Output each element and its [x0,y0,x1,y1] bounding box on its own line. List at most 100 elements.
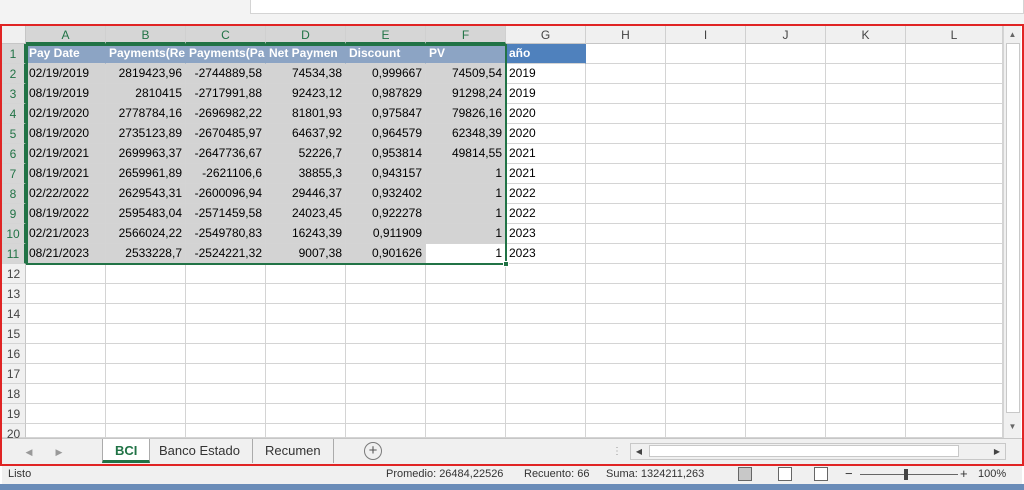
column-header-g[interactable]: G [506,26,586,44]
horizontal-scrollbar[interactable]: ◀ ▶ [630,443,1006,460]
cell-e8[interactable]: 0,932402 [346,184,426,204]
cell-e6[interactable]: 0,953814 [346,144,426,164]
cell-g17[interactable] [506,364,586,384]
cell-h14[interactable] [586,304,666,324]
cell-d2[interactable]: 74534,38 [266,64,346,84]
cell-j10[interactable] [746,224,826,244]
cell-i13[interactable] [666,284,746,304]
cell-k15[interactable] [826,324,906,344]
cell-g14[interactable] [506,304,586,324]
cell-l18[interactable] [906,384,1003,404]
cell-a5[interactable]: 08/19/2020 [26,124,106,144]
cell-j1[interactable] [746,44,826,64]
cell-d20[interactable] [266,424,346,438]
cell-b9[interactable]: 2595483,04 [106,204,186,224]
row-header-19[interactable]: 19 [2,404,26,424]
cell-a6[interactable]: 02/19/2021 [26,144,106,164]
scroll-right-arrow-icon[interactable]: ▶ [989,444,1005,459]
zoom-level[interactable]: 100% [978,468,1006,480]
row-header-15[interactable]: 15 [2,324,26,344]
cell-a11[interactable]: 08/21/2023 [26,244,106,264]
cell-f1[interactable]: PV [426,44,506,64]
cell-c15[interactable] [186,324,266,344]
cell-b5[interactable]: 2735123,89 [106,124,186,144]
cell-d17[interactable] [266,364,346,384]
formula-bar-input[interactable] [250,0,1024,14]
cell-c16[interactable] [186,344,266,364]
cell-j11[interactable] [746,244,826,264]
triangle-left-icon[interactable]: ◀ [22,445,36,459]
cell-d14[interactable] [266,304,346,324]
column-header-i[interactable]: I [666,26,746,44]
cell-d5[interactable]: 64637,92 [266,124,346,144]
scroll-left-arrow-icon[interactable]: ◀ [631,444,647,459]
cell-f8[interactable]: 1 [426,184,506,204]
cell-i17[interactable] [666,364,746,384]
cell-f20[interactable] [426,424,506,438]
cell-k14[interactable] [826,304,906,324]
cell-h20[interactable] [586,424,666,438]
cell-k16[interactable] [826,344,906,364]
cell-c1[interactable]: Payments(Pa [186,44,266,64]
cell-b19[interactable] [106,404,186,424]
zoom-out-icon[interactable]: − [845,466,853,481]
cell-g11[interactable]: 2023 [506,244,586,264]
cell-l11[interactable] [906,244,1003,264]
cell-b15[interactable] [106,324,186,344]
cell-l9[interactable] [906,204,1003,224]
cell-g19[interactable] [506,404,586,424]
cell-b18[interactable] [106,384,186,404]
cell-e18[interactable] [346,384,426,404]
cell-j19[interactable] [746,404,826,424]
cell-c17[interactable] [186,364,266,384]
cell-l12[interactable] [906,264,1003,284]
cell-g13[interactable] [506,284,586,304]
cell-e3[interactable]: 0,987829 [346,84,426,104]
row-header-10[interactable]: 10 [2,224,26,244]
cell-b17[interactable] [106,364,186,384]
cell-j12[interactable] [746,264,826,284]
cell-c12[interactable] [186,264,266,284]
cell-l6[interactable] [906,144,1003,164]
cell-f14[interactable] [426,304,506,324]
cell-k12[interactable] [826,264,906,284]
cell-d3[interactable]: 92423,12 [266,84,346,104]
cell-j15[interactable] [746,324,826,344]
cell-i12[interactable] [666,264,746,284]
cell-i11[interactable] [666,244,746,264]
cell-i8[interactable] [666,184,746,204]
cell-f4[interactable]: 79826,16 [426,104,506,124]
tab-split-handle[interactable]: ⋮ [612,445,622,459]
cell-f3[interactable]: 91298,24 [426,84,506,104]
row-header-12[interactable]: 12 [2,264,26,284]
cell-h10[interactable] [586,224,666,244]
cell-l20[interactable] [906,424,1003,438]
cell-f9[interactable]: 1 [426,204,506,224]
cell-e5[interactable]: 0,964579 [346,124,426,144]
cell-e13[interactable] [346,284,426,304]
cell-d11[interactable]: 9007,38 [266,244,346,264]
cell-e4[interactable]: 0,975847 [346,104,426,124]
cell-l7[interactable] [906,164,1003,184]
cell-b20[interactable] [106,424,186,438]
column-header-c[interactable]: C [186,26,266,44]
column-header-j[interactable]: J [746,26,826,44]
cell-f2[interactable]: 74509,54 [426,64,506,84]
select-all-corner[interactable] [2,26,26,44]
cell-h13[interactable] [586,284,666,304]
cell-b6[interactable]: 2699963,37 [106,144,186,164]
row-header-1[interactable]: 1 [2,44,26,64]
scroll-down-arrow-icon[interactable]: ▼ [1004,418,1021,435]
cell-a16[interactable] [26,344,106,364]
cell-k13[interactable] [826,284,906,304]
sheet-tab-bci[interactable]: BCI [102,439,151,463]
row-header-3[interactable]: 3 [2,84,26,104]
cell-j4[interactable] [746,104,826,124]
cell-c10[interactable]: -2549780,83 [186,224,266,244]
cell-c20[interactable] [186,424,266,438]
cell-f6[interactable]: 49814,55 [426,144,506,164]
cell-j18[interactable] [746,384,826,404]
page-layout-icon[interactable] [778,467,792,481]
cell-a7[interactable]: 08/19/2021 [26,164,106,184]
zoom-slider-track[interactable] [860,474,958,475]
